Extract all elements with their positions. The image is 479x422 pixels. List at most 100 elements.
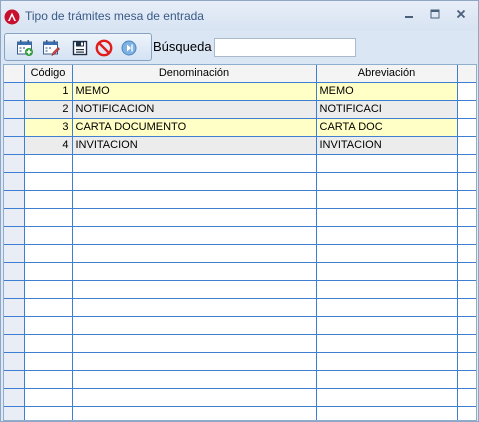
exit-button[interactable] — [119, 38, 139, 58]
empty-table-row[interactable] — [4, 226, 476, 245]
empty-table-row[interactable] — [4, 406, 476, 420]
cell-codigo[interactable] — [24, 298, 73, 317]
row-indicator[interactable] — [4, 298, 25, 317]
cell-codigo[interactable] — [24, 172, 73, 191]
cancel-button[interactable] — [94, 38, 114, 58]
cell-codigo[interactable] — [24, 334, 73, 353]
cell-codigo[interactable]: 3 — [24, 118, 73, 137]
cell-abreviacion[interactable] — [316, 190, 458, 209]
empty-table-row[interactable] — [4, 352, 476, 371]
empty-table-row[interactable] — [4, 262, 476, 281]
cell-abreviacion[interactable] — [316, 334, 458, 353]
row-indicator[interactable] — [4, 226, 25, 245]
cell-denominacion[interactable]: CARTA DOCUMENTO — [72, 118, 317, 137]
row-indicator[interactable] — [4, 172, 25, 191]
empty-table-row[interactable] — [4, 280, 476, 299]
row-indicator[interactable] — [4, 100, 25, 119]
new-record-button[interactable] — [15, 38, 35, 58]
cell-abreviacion[interactable] — [316, 244, 458, 263]
cell-denominacion[interactable]: INVITACION — [72, 136, 317, 155]
empty-table-row[interactable] — [4, 172, 476, 191]
cell-codigo[interactable] — [24, 388, 73, 407]
cell-denominacion[interactable] — [72, 316, 317, 335]
cell-denominacion[interactable] — [72, 154, 317, 173]
cell-codigo[interactable] — [24, 190, 73, 209]
cell-abreviacion[interactable] — [316, 370, 458, 389]
empty-table-row[interactable] — [4, 244, 476, 263]
empty-table-row[interactable] — [4, 388, 476, 407]
cell-denominacion[interactable] — [72, 334, 317, 353]
cell-abreviacion[interactable]: NOTIFICACI — [316, 100, 458, 119]
empty-table-row[interactable] — [4, 298, 476, 317]
maximize-button[interactable] — [422, 5, 448, 23]
cell-abreviacion[interactable] — [316, 406, 458, 420]
title-bar[interactable]: Tipo de trámites mesa de entrada — [1, 1, 478, 31]
cell-codigo[interactable]: 1 — [24, 82, 73, 101]
cell-codigo[interactable] — [24, 154, 73, 173]
cell-denominacion[interactable] — [72, 298, 317, 317]
row-indicator[interactable] — [4, 352, 25, 371]
cell-denominacion[interactable] — [72, 226, 317, 245]
cell-denominacion[interactable] — [72, 244, 317, 263]
cell-abreviacion[interactable]: CARTA DOC — [316, 118, 458, 137]
column-header-abreviacion[interactable]: Abreviación — [316, 65, 458, 83]
cell-codigo[interactable] — [24, 262, 73, 281]
column-header-denominacion[interactable]: Denominación — [72, 65, 317, 83]
table-row[interactable]: 1 MEMO MEMO — [4, 82, 476, 101]
row-indicator[interactable] — [4, 136, 25, 155]
row-indicator[interactable] — [4, 82, 25, 101]
cell-abreviacion[interactable] — [316, 352, 458, 371]
empty-table-row[interactable] — [4, 190, 476, 209]
cell-codigo[interactable] — [24, 352, 73, 371]
row-indicator[interactable] — [4, 262, 25, 281]
empty-table-row[interactable] — [4, 334, 476, 353]
data-grid[interactable]: Código Denominación Abreviación 1 MEMO M… — [3, 64, 477, 421]
cell-abreviacion[interactable] — [316, 316, 458, 335]
cell-codigo[interactable] — [24, 244, 73, 263]
cell-abreviacion[interactable] — [316, 388, 458, 407]
cell-denominacion[interactable] — [72, 352, 317, 371]
cell-abreviacion[interactable]: MEMO — [316, 82, 458, 101]
cell-denominacion[interactable] — [72, 190, 317, 209]
empty-table-row[interactable] — [4, 208, 476, 227]
cell-denominacion[interactable] — [72, 388, 317, 407]
empty-table-row[interactable] — [4, 316, 476, 335]
cell-denominacion[interactable] — [72, 280, 317, 299]
empty-table-row[interactable] — [4, 154, 476, 173]
row-indicator[interactable] — [4, 370, 25, 389]
minimize-button[interactable] — [396, 5, 422, 23]
empty-table-row[interactable] — [4, 370, 476, 389]
cell-denominacion[interactable] — [72, 406, 317, 420]
save-button[interactable] — [70, 38, 90, 58]
cell-codigo[interactable]: 2 — [24, 100, 73, 119]
cell-codigo[interactable] — [24, 406, 73, 420]
cell-codigo[interactable] — [24, 208, 73, 227]
cell-denominacion[interactable]: MEMO — [72, 82, 317, 101]
row-indicator[interactable] — [4, 244, 25, 263]
cell-denominacion[interactable] — [72, 370, 317, 389]
cell-abreviacion[interactable] — [316, 172, 458, 191]
close-button[interactable] — [448, 5, 474, 23]
table-row[interactable]: 4 INVITACION INVITACION — [4, 136, 476, 155]
row-indicator[interactable] — [4, 388, 25, 407]
cell-denominacion[interactable] — [72, 208, 317, 227]
cell-abreviacion[interactable]: INVITACION — [316, 136, 458, 155]
row-indicator[interactable] — [4, 208, 25, 227]
row-indicator[interactable] — [4, 334, 25, 353]
row-indicator[interactable] — [4, 190, 25, 209]
row-indicator[interactable] — [4, 154, 25, 173]
cell-abreviacion[interactable] — [316, 154, 458, 173]
table-row[interactable]: 2 NOTIFICACION NOTIFICACI — [4, 100, 476, 119]
search-input[interactable] — [214, 38, 356, 57]
cell-abreviacion[interactable] — [316, 298, 458, 317]
cell-abreviacion[interactable] — [316, 226, 458, 245]
cell-codigo[interactable] — [24, 280, 73, 299]
cell-denominacion[interactable] — [72, 172, 317, 191]
cell-abreviacion[interactable] — [316, 280, 458, 299]
row-indicator[interactable] — [4, 316, 25, 335]
cell-codigo[interactable] — [24, 370, 73, 389]
row-indicator[interactable] — [4, 280, 25, 299]
cell-denominacion[interactable] — [72, 262, 317, 281]
row-indicator[interactable] — [4, 118, 25, 137]
cell-codigo[interactable]: 4 — [24, 136, 73, 155]
